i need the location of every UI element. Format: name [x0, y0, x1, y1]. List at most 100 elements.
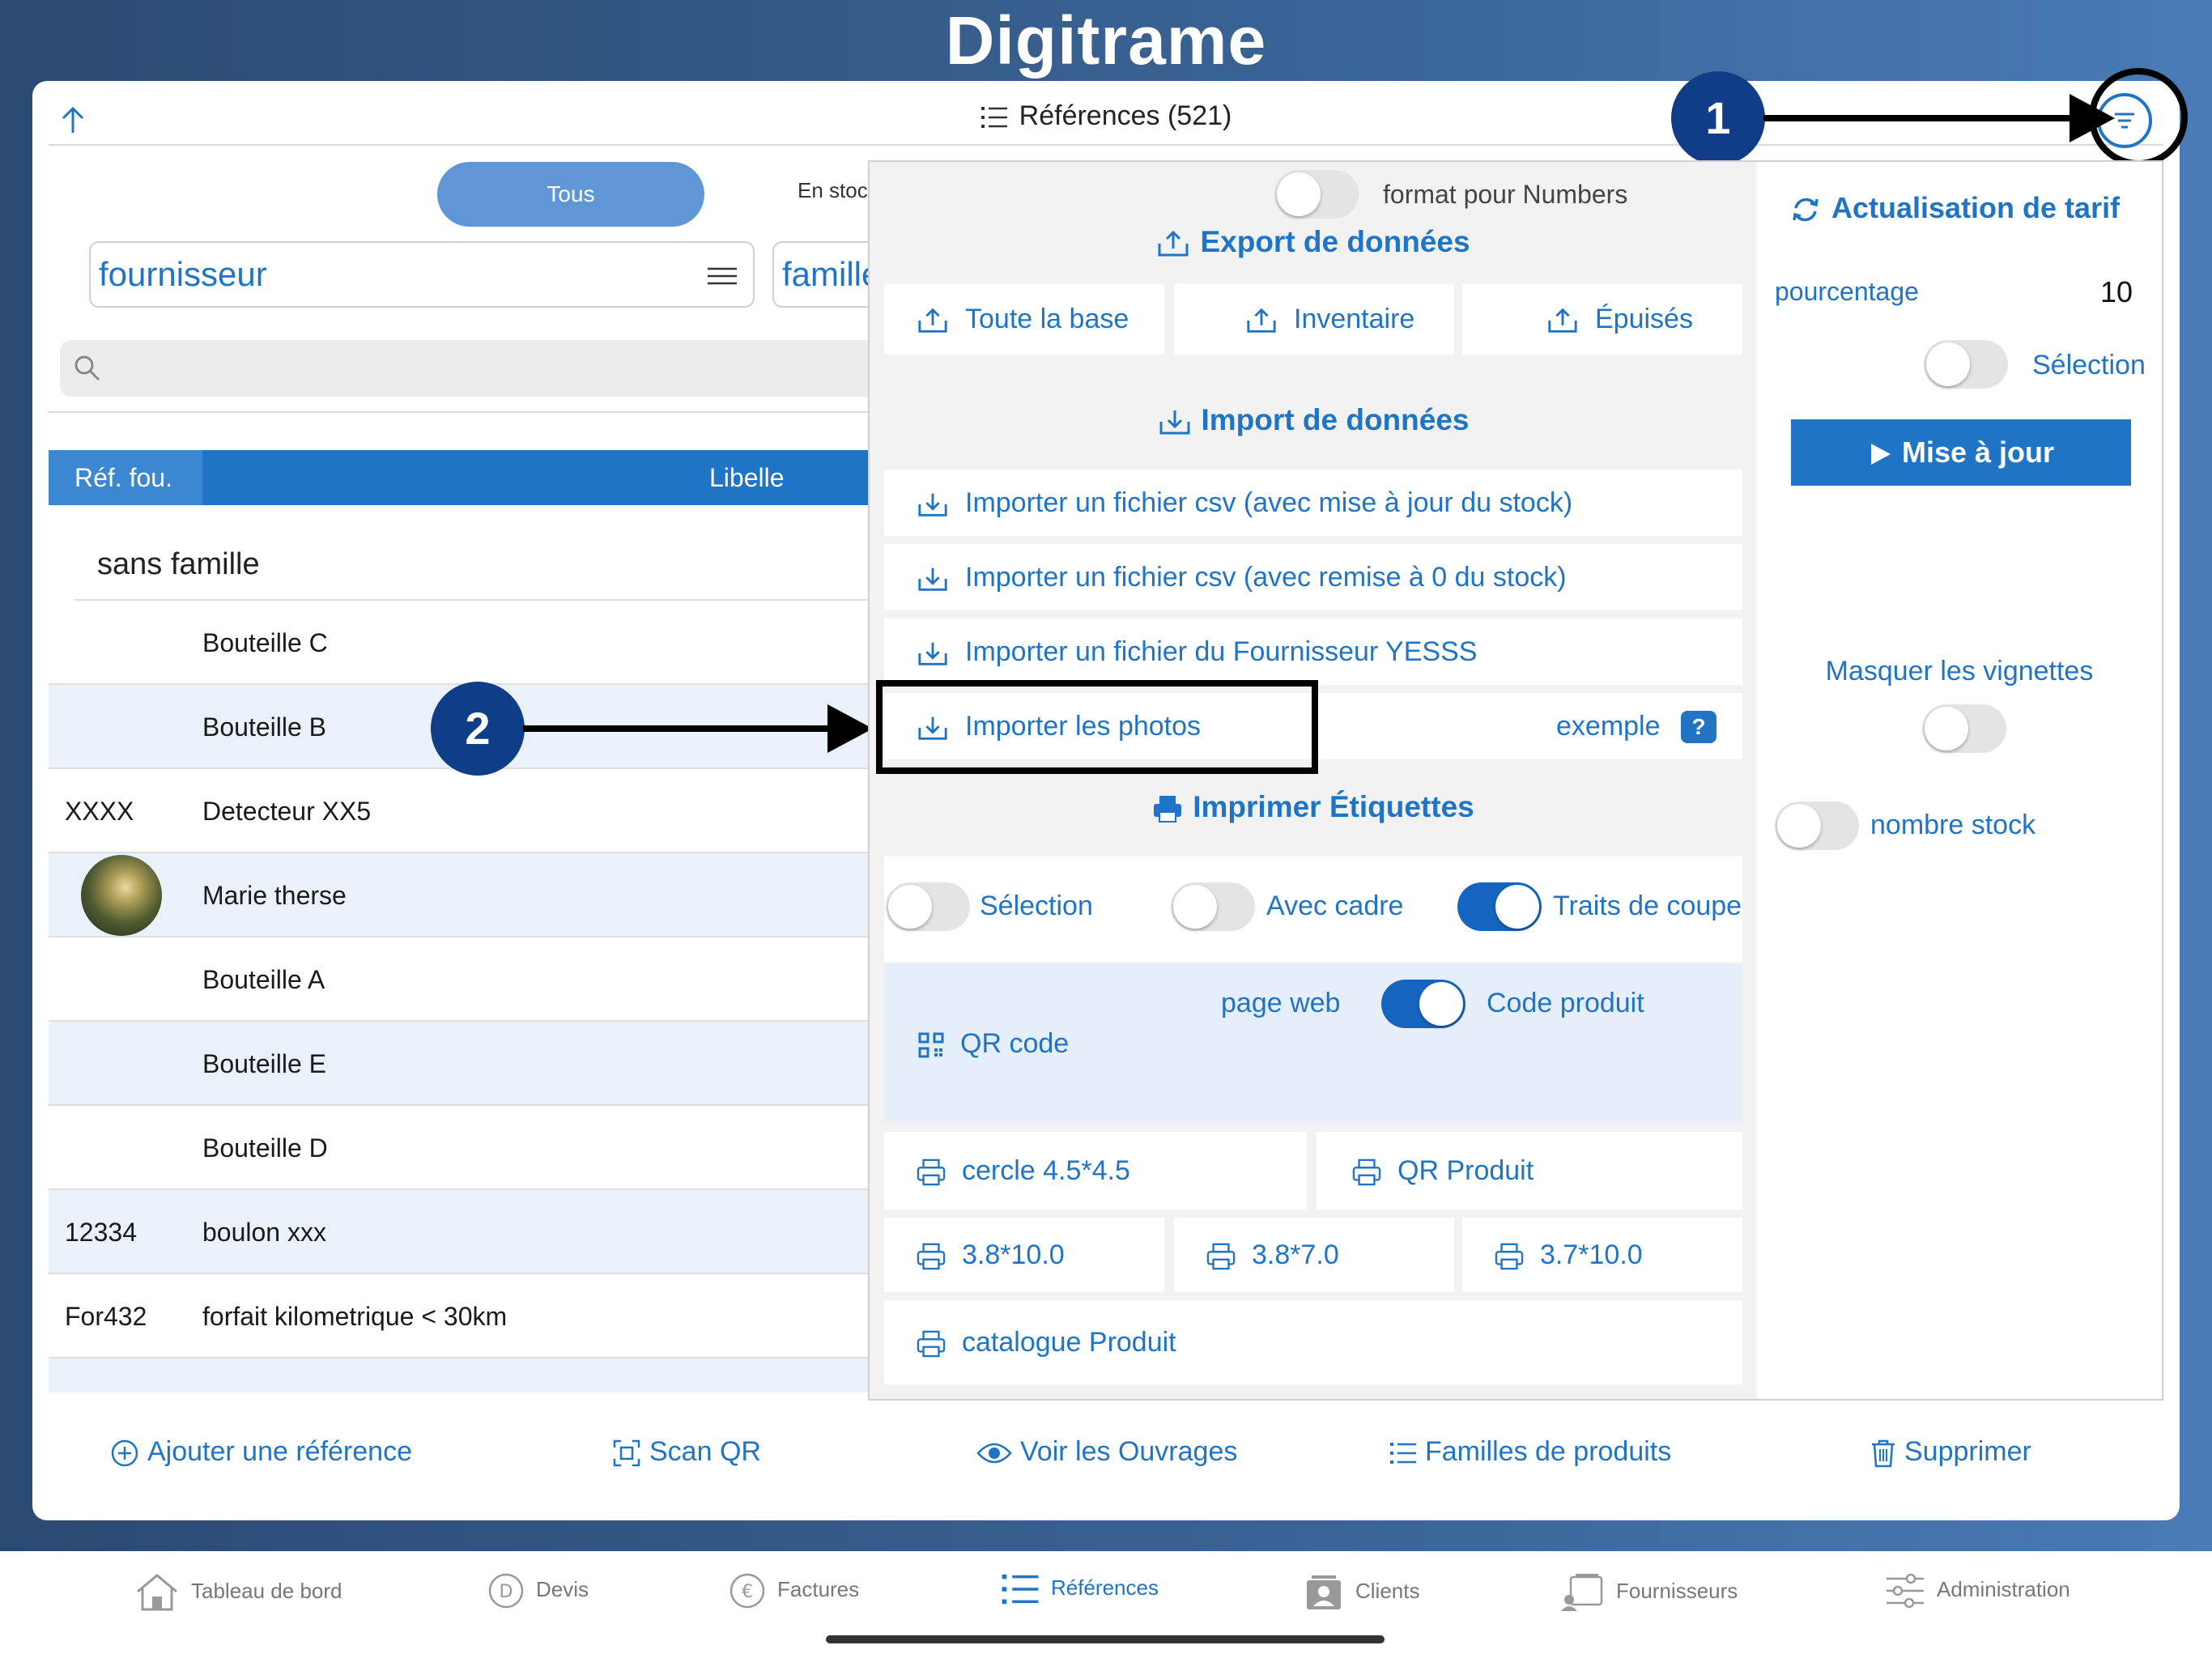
table-row[interactable]: Marie therse — [49, 853, 878, 937]
row-label: Bouteille E — [202, 1049, 326, 1078]
search-input[interactable] — [60, 340, 878, 397]
export-all-button[interactable]: Toute la base — [884, 283, 1164, 355]
update-button[interactable]: Mise à jour — [1791, 419, 2131, 486]
label-37x100-button[interactable]: 3.7*10.0 — [1462, 1218, 1742, 1292]
import-csv-update-button[interactable]: Importer un fichier csv (avec mise à jou… — [884, 470, 1742, 536]
col-label-header[interactable]: Libelle — [709, 450, 785, 505]
import-title-text: Import de données — [1201, 403, 1470, 436]
table-row[interactable]: Bouteille E — [49, 1022, 878, 1106]
row-label: Bouteille B — [202, 712, 326, 742]
export-inventory-button[interactable]: Inventaire — [1174, 283, 1454, 355]
tab-clients-label: Clients — [1355, 1578, 1420, 1603]
table-row[interactable]: Bouteille C — [49, 601, 878, 685]
upload-tray-icon — [918, 308, 947, 333]
product-families-label: Familles de produits — [1425, 1436, 1672, 1467]
quote-d-icon: D — [488, 1573, 524, 1609]
table-row-partial[interactable] — [49, 1358, 878, 1392]
printer-icon — [1206, 1243, 1236, 1270]
upload-tray-icon — [1158, 231, 1189, 257]
frame-toggle[interactable] — [1171, 882, 1255, 931]
import-supplier-button[interactable]: Importer un fichier du Fournisseur YESSS — [884, 619, 1742, 685]
tab-quotes[interactable]: D Devis — [487, 1572, 589, 1609]
catalogue-button[interactable]: catalogue Produit — [884, 1300, 1742, 1384]
label-38x70-text: 3.8*7.0 — [1252, 1239, 1339, 1270]
qr-code-button[interactable]: QR code — [918, 1028, 1069, 1060]
example-link[interactable]: exemple — [1556, 711, 1661, 742]
row-label: Detecteur XX5 — [202, 797, 372, 826]
print-selection-toggle[interactable] — [886, 882, 970, 931]
label-qr-product-text: QR Produit — [1397, 1155, 1534, 1186]
import-csv-reset-button[interactable]: Importer un fichier csv (avec remise à 0… — [884, 544, 1742, 610]
print-section-title: Imprimer Étiquettes — [870, 790, 1757, 824]
printer-icon — [1495, 1243, 1524, 1270]
percent-input[interactable]: 10 — [2100, 275, 2133, 309]
row-label: boulon xxx — [202, 1218, 326, 1247]
table-row[interactable]: XXXX Detecteur XX5 — [49, 769, 878, 853]
row-label: Bouteille C — [202, 628, 328, 657]
numbers-format-toggle[interactable] — [1274, 170, 1359, 219]
tab-suppliers-label: Fournisseurs — [1616, 1578, 1738, 1603]
row-label: Bouteille A — [202, 965, 325, 994]
segment-all[interactable]: Tous — [437, 162, 704, 227]
scan-qr-button[interactable]: Scan QR — [612, 1436, 761, 1468]
page-title-text: Références (521) — [1019, 100, 1232, 131]
qr-mode-toggle[interactable] — [1381, 980, 1465, 1028]
menu-icon — [708, 267, 737, 285]
family-filter-label: famille — [782, 255, 878, 293]
import-supplier-label: Importer un fichier du Fournisseur YESSS — [965, 636, 1478, 667]
printer-icon — [1154, 796, 1182, 823]
euro-icon: € — [730, 1573, 765, 1609]
hide-thumbnails-label: Masquer les vignettes — [1825, 656, 2094, 687]
view-works-button[interactable]: Voir les Ouvrages — [976, 1436, 1237, 1468]
table-row[interactable]: For432 forfait kilometrique < 30km — [49, 1274, 878, 1358]
label-38x70-button[interactable]: 3.8*7.0 — [1174, 1218, 1454, 1292]
annotation-arrow-1 — [1763, 115, 2079, 121]
export-soldout-button[interactable]: Épuisés — [1462, 283, 1742, 355]
cut-lines-toggle[interactable] — [1457, 882, 1542, 931]
tab-clients[interactable]: Clients — [1304, 1572, 1419, 1613]
table-row[interactable]: Bouteille A — [49, 937, 878, 1022]
topbar-divider — [49, 144, 2163, 146]
printer-icon — [1352, 1158, 1381, 1186]
annotation-arrow-2-head — [827, 704, 873, 753]
delete-button[interactable]: Supprimer — [1870, 1436, 2031, 1468]
family-filter[interactable]: famille — [772, 241, 878, 308]
label-circle-button[interactable]: cercle 4.5*4.5 — [884, 1132, 1307, 1209]
svg-text:D: D — [500, 1582, 513, 1602]
tab-admin[interactable]: Administration — [1885, 1572, 2070, 1609]
price-selection-toggle[interactable] — [1924, 340, 2008, 389]
table-header: Réf. fou. Libelle — [49, 450, 878, 505]
import-csv-update-label: Importer un fichier csv (avec mise à jou… — [965, 487, 1573, 518]
help-icon[interactable]: ? — [1681, 711, 1716, 743]
tab-invoices[interactable]: € Factures — [729, 1572, 859, 1609]
add-reference-button[interactable]: Ajouter une référence — [110, 1436, 412, 1468]
col-ref-header[interactable]: Réf. fou. — [49, 450, 202, 505]
price-update-title: Actualisation de tarif — [1789, 191, 2120, 226]
table-row[interactable]: Bouteille D — [49, 1106, 878, 1190]
tab-references[interactable]: Références — [1001, 1572, 1159, 1606]
list-icon — [1002, 1574, 1039, 1605]
segment-stock[interactable]: En stoc — [798, 178, 868, 203]
product-families-button[interactable]: Familles de produits — [1389, 1436, 1671, 1468]
tab-suppliers[interactable]: Fournisseurs — [1559, 1572, 1738, 1613]
tab-references-label: Références — [1051, 1575, 1159, 1600]
supplier-filter[interactable]: fournisseur — [89, 241, 755, 308]
trash-icon — [1872, 1439, 1895, 1468]
frame-label: Avec cadre — [1266, 891, 1404, 921]
print-selection-label: Sélection — [980, 891, 1093, 921]
annotation-badge-1: 1 — [1671, 71, 1765, 165]
stock-count-label: nombre stock — [1870, 810, 2036, 840]
home-indicator — [826, 1635, 1385, 1643]
row-label: Bouteille D — [202, 1133, 328, 1163]
table-row[interactable]: 12334 boulon xxx — [49, 1190, 878, 1274]
hide-thumbnails-toggle[interactable] — [1922, 704, 2006, 753]
supplier-filter-label: fournisseur — [99, 255, 267, 293]
svg-text:€: € — [742, 1582, 753, 1602]
tab-dashboard[interactable]: Tableau de bord — [134, 1572, 342, 1613]
tab-quotes-label: Devis — [536, 1576, 589, 1601]
stock-count-toggle[interactable] — [1775, 801, 1859, 850]
label-38x100-button[interactable]: 3.8*10.0 — [884, 1218, 1164, 1292]
row-ref: 12334 — [65, 1218, 137, 1247]
refresh-icon — [1793, 198, 1819, 222]
label-qr-product-button[interactable]: QR Produit — [1317, 1132, 1742, 1209]
